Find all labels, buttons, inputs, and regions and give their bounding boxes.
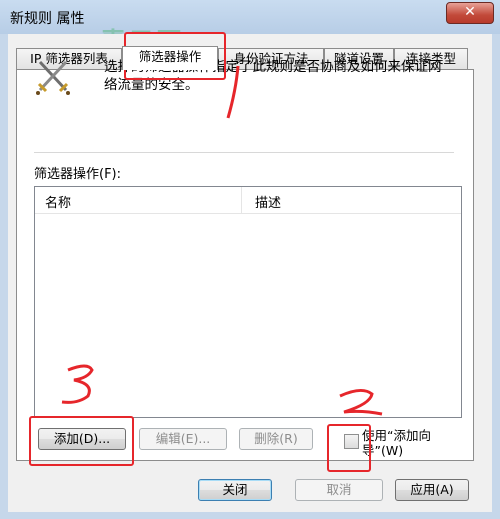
apply-button[interactable]: 应用(A) bbox=[395, 479, 469, 501]
crossed-swords-icon bbox=[36, 60, 70, 95]
column-divider bbox=[241, 187, 242, 213]
window-title: 新规则 属性 bbox=[10, 11, 85, 27]
use-wizard-label: 使用“添加向导”(W) bbox=[362, 428, 431, 458]
close-button[interactable]: 关闭 bbox=[198, 479, 272, 501]
column-description-header[interactable]: 描述 bbox=[255, 192, 281, 211]
separator bbox=[34, 152, 454, 153]
close-window-button[interactable]: ✕ bbox=[446, 2, 494, 24]
remove-button[interactable]: 删除(R) bbox=[239, 428, 313, 450]
filter-action-label: 筛选器操作(F): bbox=[34, 167, 122, 182]
cancel-button[interactable]: 取消 bbox=[295, 479, 383, 501]
annotation-box-add bbox=[29, 416, 134, 466]
list-header: 名称 描述 bbox=[35, 187, 461, 214]
filter-action-list[interactable]: 名称 描述 bbox=[34, 186, 462, 418]
edit-button[interactable]: 编辑(E)... bbox=[139, 428, 227, 450]
column-name-header[interactable]: 名称 bbox=[45, 192, 71, 211]
tab-filter-action[interactable]: 筛选器操作 bbox=[122, 46, 218, 70]
annotation-box-checkbox bbox=[327, 424, 371, 472]
title-bar: 新规则 属性 ✕ bbox=[0, 0, 500, 34]
